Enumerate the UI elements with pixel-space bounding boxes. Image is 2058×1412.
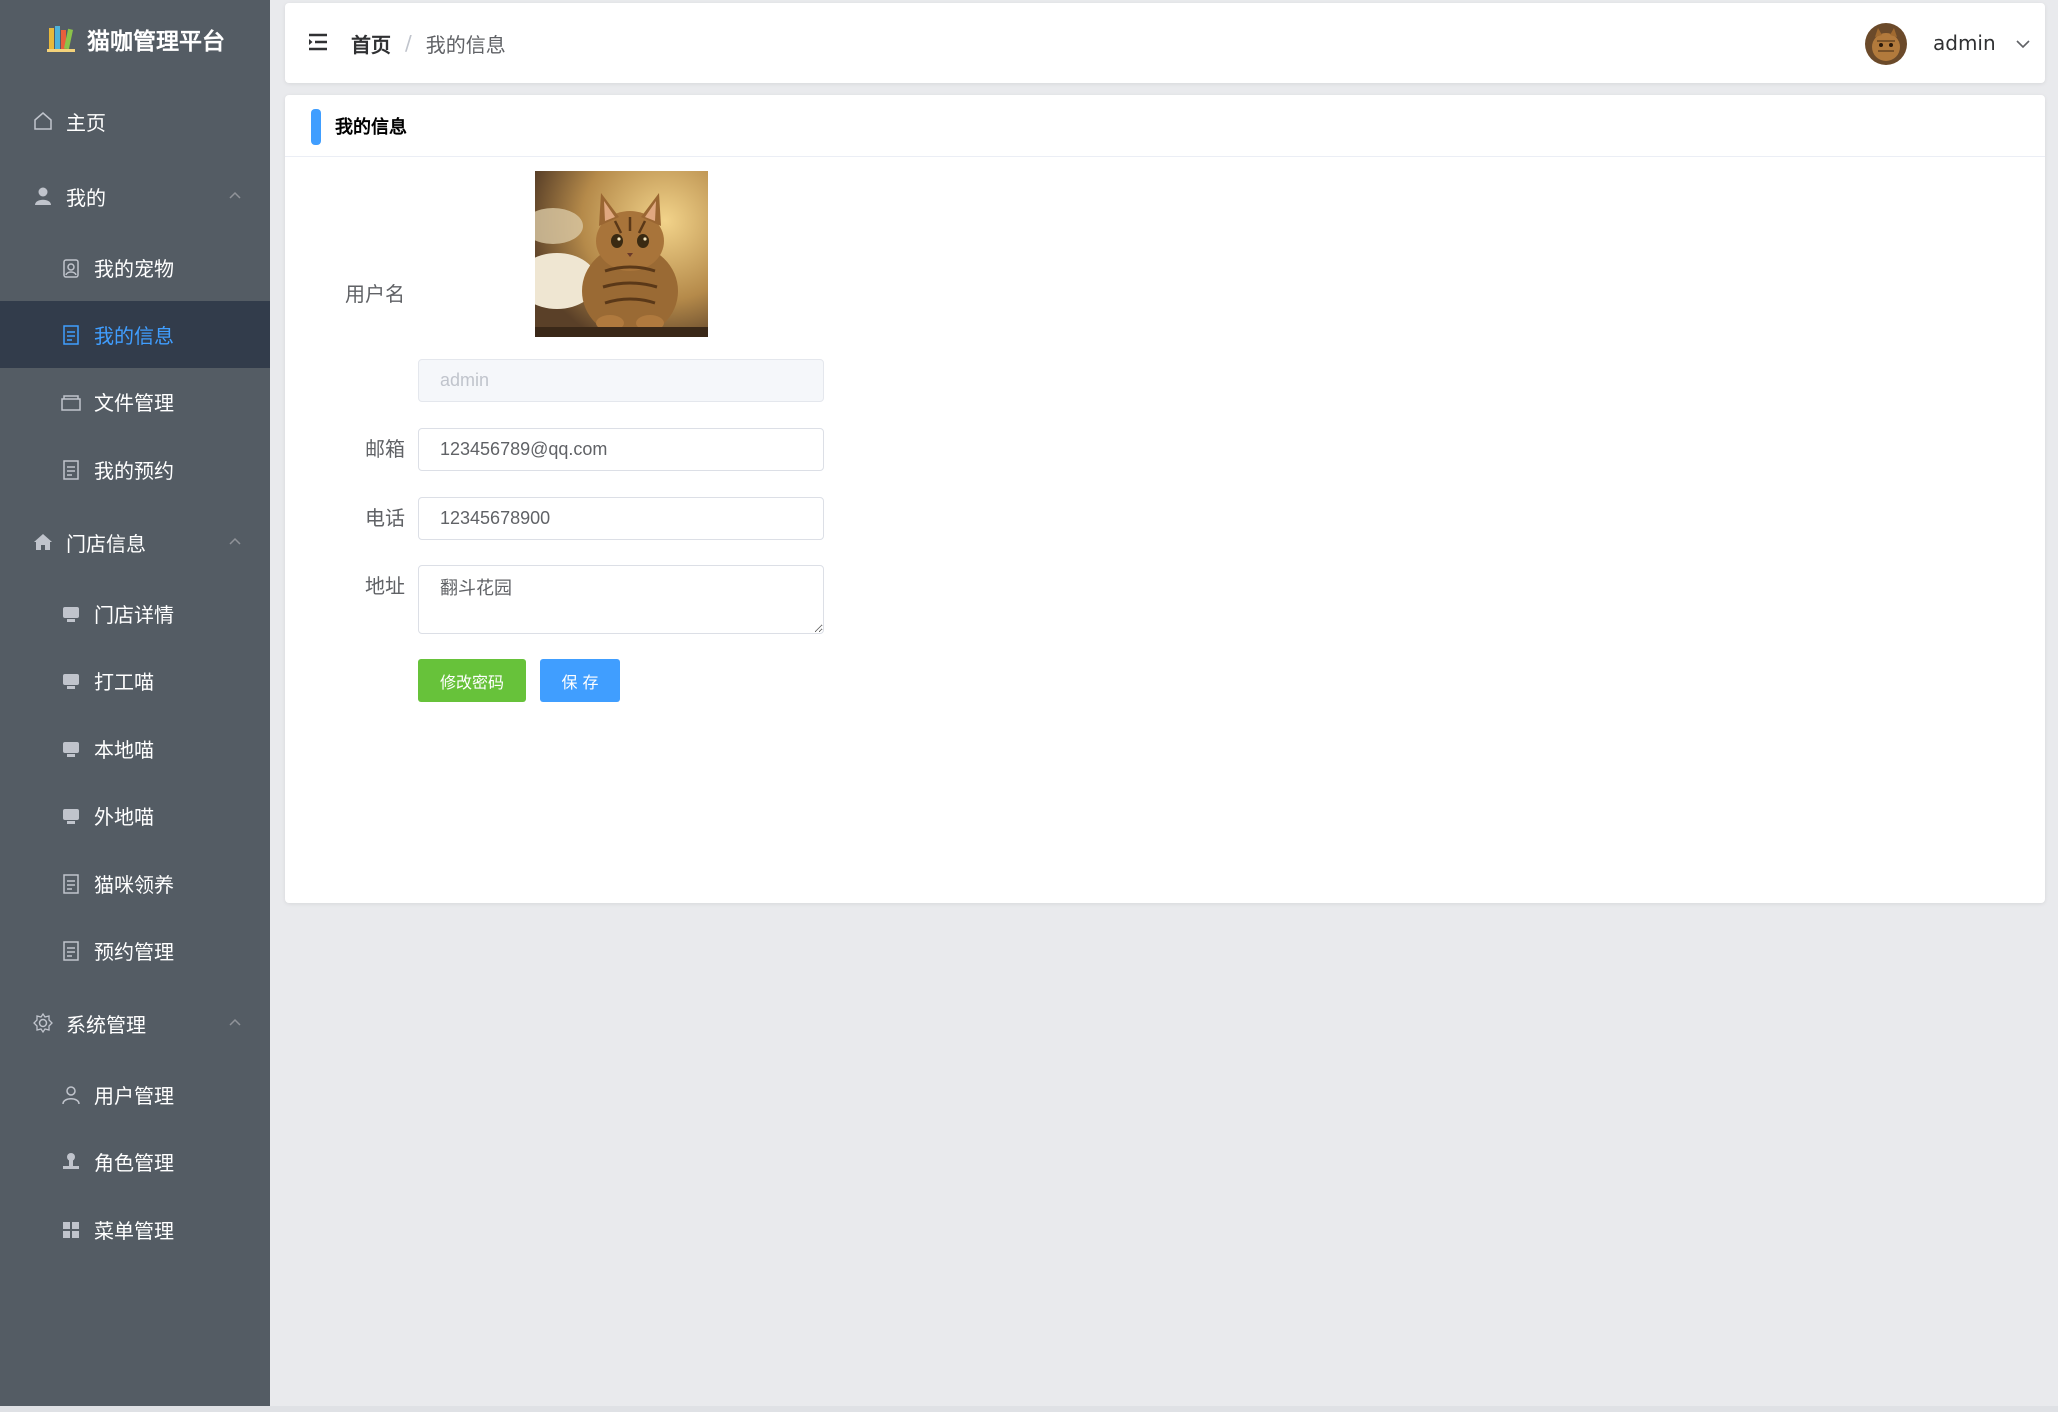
sidebar-item-booking-admin[interactable]: 预约管理: [0, 917, 270, 984]
phone-label: 电话: [365, 506, 405, 530]
sidebar-item-label: 猫咪领养: [94, 873, 174, 897]
sidebar-group-label: 系统管理: [66, 1012, 146, 1037]
sidebar-item-my-pets[interactable]: 我的宠物: [0, 234, 270, 301]
sidebar-group-label: 我的: [66, 185, 106, 210]
monitor-icon: [60, 738, 82, 760]
email-field[interactable]: [418, 428, 824, 471]
sidebar-group-mine[interactable]: 我的: [0, 160, 270, 232]
top-header: 首页 / 我的信息 admin: [285, 3, 2045, 83]
chevron-up-icon: [229, 1018, 241, 1026]
sidebar-item-label: 外地喵: [94, 805, 154, 829]
document-icon: [60, 324, 82, 346]
breadcrumb-current: 我的信息: [425, 32, 506, 57]
home-filled-icon: [32, 531, 54, 553]
change-password-button[interactable]: 修改密码: [418, 659, 526, 702]
sidebar-item-label: 本地喵: [94, 738, 154, 762]
sidebar-item-label: 门店详情: [94, 603, 174, 627]
sidebar-item-label: 我的信息: [94, 324, 174, 348]
brand-title: 猫咖管理平台: [87, 29, 225, 55]
sidebar-item-my-bookings[interactable]: 我的预约: [0, 436, 270, 503]
gear-icon: [32, 1012, 54, 1034]
sidebar-item-nonlocal-cats[interactable]: 外地喵: [0, 782, 270, 849]
username-field[interactable]: [418, 359, 824, 402]
profile-photo[interactable]: [535, 171, 708, 337]
sidebar-item-label: 我的宠物: [94, 257, 174, 281]
phone-field[interactable]: [418, 497, 824, 540]
sidebar-item-cat-adoption[interactable]: 猫咪领养: [0, 850, 270, 917]
grid-icon: [60, 1219, 82, 1241]
folder-icon: [60, 391, 82, 413]
username-label: 用户名: [345, 282, 405, 306]
profile-card: 我的信息 用户名 admin 邮箱 123456789@qq.com 电话 12…: [285, 95, 2045, 903]
breadcrumb-separator: /: [405, 31, 412, 55]
stamp-icon: [60, 1151, 82, 1173]
sidebar-item-store-detail[interactable]: 门店详情: [0, 580, 270, 647]
email-label: 邮箱: [365, 437, 405, 461]
pet-badge-icon: [60, 257, 82, 279]
sidebar-item-label: 用户管理: [94, 1084, 174, 1108]
sidebar-group-label: 门店信息: [66, 531, 146, 556]
menu-fold-icon[interactable]: [307, 31, 329, 53]
sidebar-item-label: 菜单管理: [94, 1219, 174, 1243]
sidebar-group-store[interactable]: 门店信息: [0, 506, 270, 578]
books-logo-icon: [47, 26, 75, 52]
sidebar-item-label: 预约管理: [94, 940, 174, 964]
sidebar-item-my-info[interactable]: 我的信息: [0, 301, 270, 368]
sidebar-item-user-admin[interactable]: 用户管理: [0, 1061, 270, 1128]
sidebar-item-label: 文件管理: [94, 391, 174, 415]
chevron-up-icon: [229, 537, 241, 545]
sidebar-item-files[interactable]: 文件管理: [0, 368, 270, 435]
chevron-up-icon: [229, 191, 241, 199]
sidebar-item-worker-cats[interactable]: 打工喵: [0, 647, 270, 714]
monitor-icon: [60, 670, 82, 692]
save-button[interactable]: 保 存: [540, 659, 620, 702]
header-username[interactable]: admin: [1933, 3, 1996, 83]
card-title: 我的信息: [335, 116, 407, 138]
address-label: 地址: [365, 574, 405, 598]
sidebar-item-label: 我的预约: [94, 459, 174, 483]
user-outline-icon: [60, 1084, 82, 1106]
monitor-icon: [60, 805, 82, 827]
sidebar: 猫咖管理平台 主页 我的 我的宠物 我的信息 文件管理 我的预约 门店信息 门店…: [0, 0, 270, 1406]
sidebar-item-role-admin[interactable]: 角色管理: [0, 1128, 270, 1195]
card-accent-bar: [311, 109, 321, 145]
house-icon: [32, 110, 54, 132]
sidebar-item-label: 打工喵: [94, 670, 154, 694]
document-icon: [60, 940, 82, 962]
sidebar-item-label: 主页: [66, 110, 106, 135]
user-icon: [32, 185, 54, 207]
chevron-down-icon[interactable]: [2015, 38, 2031, 50]
address-field[interactable]: 翻斗花园: [418, 565, 824, 634]
sidebar-item-label: 角色管理: [94, 1151, 174, 1175]
breadcrumb-home[interactable]: 首页: [351, 29, 391, 58]
sidebar-item-home[interactable]: 主页: [0, 85, 270, 157]
monitor-icon: [60, 603, 82, 625]
sidebar-item-local-cats[interactable]: 本地喵: [0, 715, 270, 782]
window-bottom-edge: [0, 1406, 2058, 1412]
document-icon: [60, 459, 82, 481]
document-icon: [60, 873, 82, 895]
breadcrumb: 首页 / 我的信息: [351, 3, 506, 83]
card-header: 我的信息: [285, 95, 2045, 157]
brand[interactable]: 猫咖管理平台: [0, 0, 270, 78]
avatar[interactable]: [1865, 23, 1907, 65]
sidebar-group-system[interactable]: 系统管理: [0, 987, 270, 1059]
sidebar-item-menu-admin[interactable]: 菜单管理: [0, 1196, 270, 1263]
